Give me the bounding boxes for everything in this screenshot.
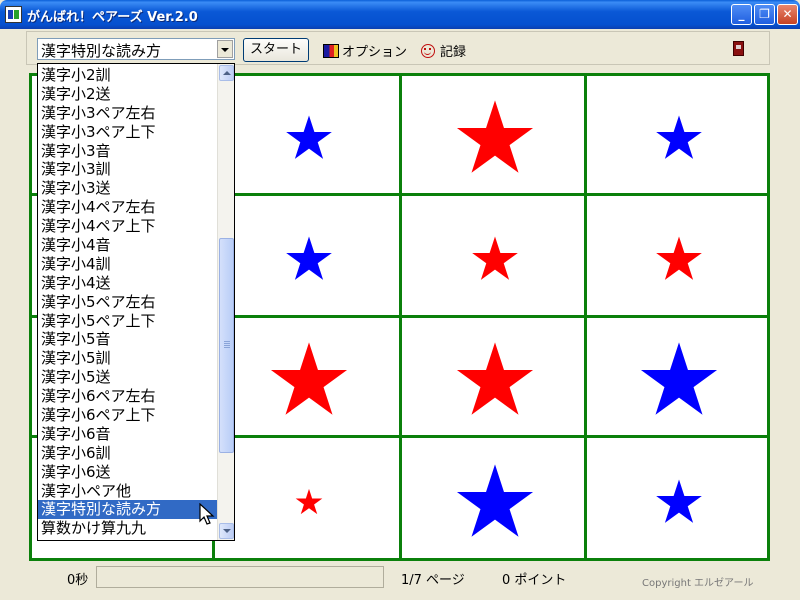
- star-card[interactable]: [455, 462, 535, 542]
- star-icon: [456, 342, 533, 415]
- restore-icon: ❐: [759, 7, 770, 21]
- minimize-button[interactable]: _: [731, 4, 752, 25]
- star-card[interactable]: [471, 235, 519, 283]
- start-button[interactable]: スタート: [243, 38, 309, 62]
- page-indicator: 1/7 ページ: [401, 573, 465, 588]
- close-icon: ✕: [782, 7, 793, 21]
- dropdown-item[interactable]: 漢字小3音: [38, 142, 217, 161]
- star-card[interactable]: [285, 114, 333, 162]
- options-button[interactable]: オプション: [323, 41, 407, 60]
- dropdown-item[interactable]: 漢字小4音: [38, 236, 217, 255]
- cursor-arrow-icon: [199, 503, 215, 525]
- dropdown-item[interactable]: 算数かけ算九九: [38, 519, 217, 538]
- star-card[interactable]: [639, 340, 719, 420]
- dropdown-item[interactable]: 漢字小5送: [38, 368, 217, 387]
- restore-button[interactable]: ❐: [754, 4, 775, 25]
- palette-icon: [323, 44, 339, 58]
- star-card[interactable]: [455, 98, 535, 178]
- star-card[interactable]: [655, 235, 703, 283]
- dropdown-item[interactable]: 漢字小5ペア左右: [38, 293, 217, 312]
- dropdown-item[interactable]: 漢字小6ペア上下: [38, 406, 217, 425]
- dropdown-item[interactable]: 漢字小ペア他: [38, 482, 217, 501]
- copyright-text: Copyright エルゼアール: [642, 578, 754, 589]
- category-select[interactable]: 漢字特別な読み方: [37, 38, 235, 60]
- category-dropdown-list[interactable]: 漢字小2訓 漢字小2送 漢字小3ペア左右 漢字小3ペア上下 漢字小3音 漢字小3訓 漢字小3…: [37, 63, 235, 541]
- dropdown-item[interactable]: 漢字小6ペア左右: [38, 387, 217, 406]
- star-card[interactable]: [655, 114, 703, 162]
- dropdown-item[interactable]: 漢字特別な読み方: [38, 500, 217, 520]
- scroll-thumb[interactable]: [219, 238, 234, 453]
- dropdown-item[interactable]: 漢字小6音: [38, 425, 217, 444]
- dropdown-item[interactable]: 漢字小3訓: [38, 160, 217, 179]
- dropdown-item[interactable]: 漢字小5訓: [38, 349, 217, 368]
- title-bar: がんばれ！ペアーズ Ver.2.0 _ ❐ ✕: [0, 0, 800, 29]
- dropdown-item[interactable]: 漢字小2訓: [38, 66, 217, 85]
- records-button[interactable]: 記録: [421, 41, 466, 60]
- dropdown-item[interactable]: 漢字小4訓: [38, 255, 217, 274]
- records-label: 記録: [440, 45, 467, 60]
- close-button[interactable]: ✕: [777, 4, 798, 25]
- dropdown-item[interactable]: 漢字小6送: [38, 463, 217, 482]
- category-select-value: 漢字特別な読み方: [41, 42, 162, 60]
- points-display: 0 ポイント: [502, 573, 567, 588]
- door-icon[interactable]: [733, 41, 744, 56]
- toolbar: 漢字特別な読み方 スタート オプション 記録: [26, 31, 770, 65]
- dropdown-item[interactable]: 漢字小5ペア上下: [38, 312, 217, 331]
- scroll-down-icon[interactable]: [219, 523, 234, 539]
- star-icon: [456, 100, 533, 173]
- dropdown-items: 漢字小2訓 漢字小2送 漢字小3ペア左右 漢字小3ペア上下 漢字小3音 漢字小3訓 漢字小3…: [38, 66, 217, 538]
- app-icon: [5, 6, 22, 23]
- star-card[interactable]: [269, 340, 349, 420]
- dropdown-item[interactable]: 漢字小4ペア左右: [38, 198, 217, 217]
- dropdown-item[interactable]: 漢字小5音: [38, 330, 217, 349]
- elapsed-time: 0秒: [67, 573, 89, 588]
- dropdown-item[interactable]: 漢字小3ペア左右: [38, 104, 217, 123]
- smile-icon: [421, 44, 435, 58]
- dropdown-item[interactable]: 漢字小4送: [38, 274, 217, 293]
- star-icon: [655, 115, 702, 159]
- star-icon: [270, 342, 347, 415]
- dropdown-item[interactable]: 漢字小3ペア上下: [38, 123, 217, 142]
- star-icon: [640, 342, 717, 415]
- star-icon: [295, 488, 322, 514]
- star-card[interactable]: [655, 478, 703, 526]
- options-label: オプション: [342, 45, 408, 60]
- chevron-down-icon[interactable]: [217, 40, 233, 58]
- scroll-up-icon[interactable]: [219, 65, 234, 81]
- star-icon: [471, 236, 518, 280]
- star-icon: [285, 236, 332, 280]
- minimize-icon: _: [738, 7, 745, 21]
- dropdown-item[interactable]: 漢字小3送: [38, 179, 217, 198]
- dropdown-item[interactable]: 漢字小4ペア上下: [38, 217, 217, 236]
- time-progress-bar: [96, 566, 384, 588]
- star-icon: [655, 236, 702, 280]
- dropdown-scrollbar[interactable]: [217, 64, 234, 540]
- star-card[interactable]: [455, 340, 535, 420]
- star-icon: [655, 478, 702, 523]
- star-icon: [456, 463, 533, 537]
- window-title: がんばれ！ペアーズ Ver.2.0: [27, 10, 198, 25]
- dropdown-item[interactable]: 漢字小6訓: [38, 444, 217, 463]
- dropdown-item[interactable]: 漢字小2送: [38, 85, 217, 104]
- star-card[interactable]: [285, 235, 333, 283]
- star-icon: [285, 115, 332, 159]
- star-card[interactable]: [295, 488, 323, 516]
